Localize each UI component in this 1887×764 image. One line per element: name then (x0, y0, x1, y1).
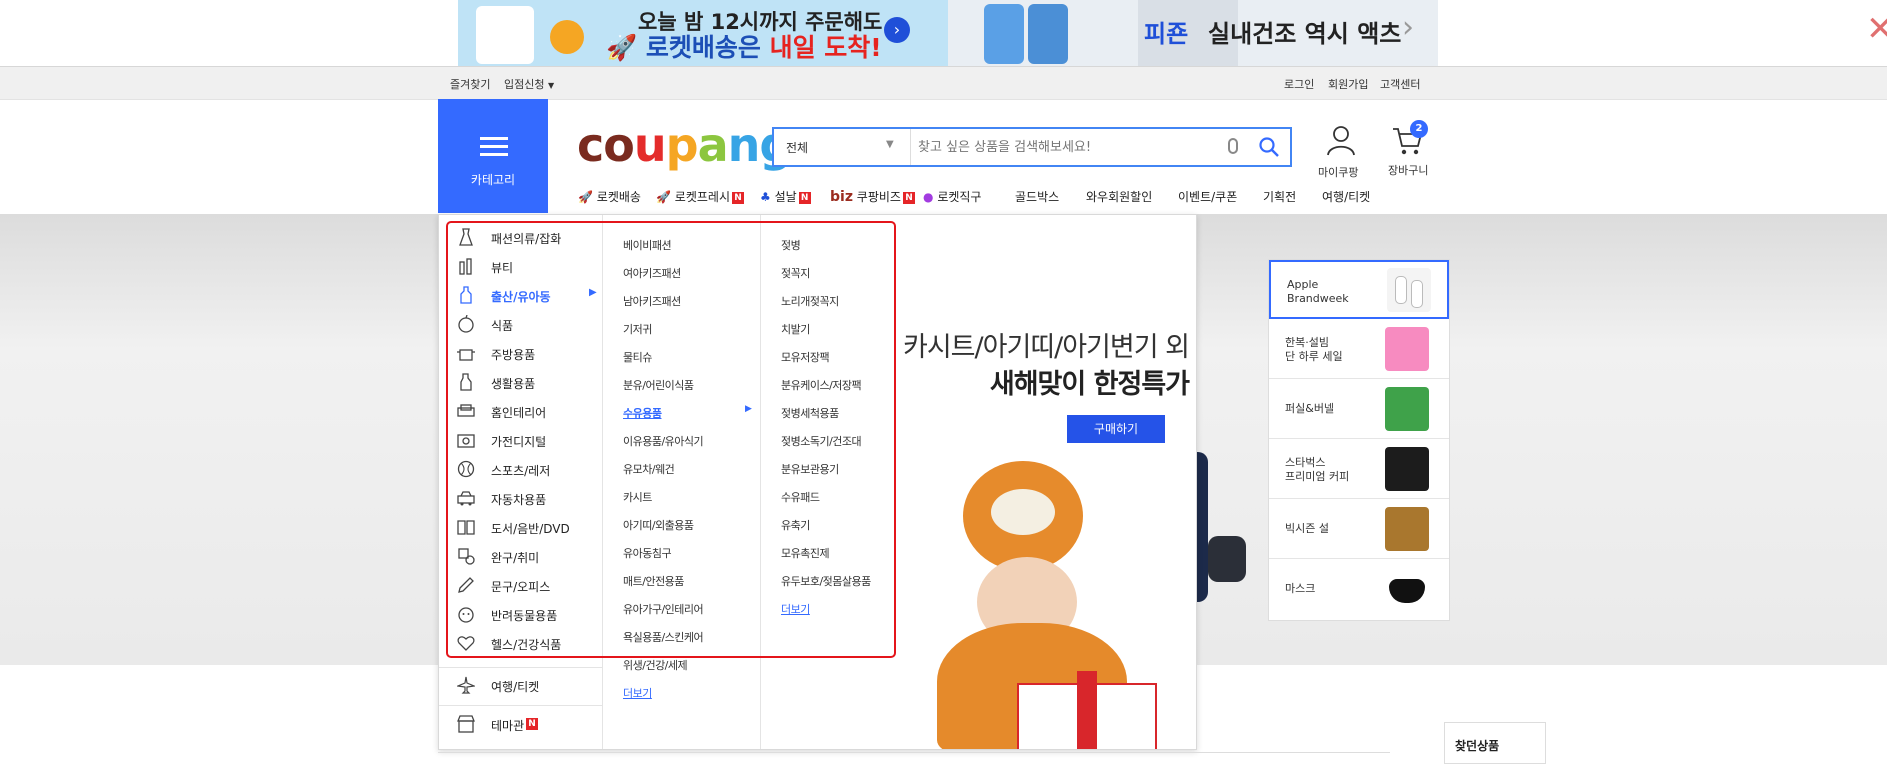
nav-wow-discount[interactable]: 와우회원할인 (1086, 188, 1152, 205)
search-icon[interactable] (1258, 136, 1280, 158)
recent-products-panel[interactable]: 찾던상품 (1444, 722, 1546, 764)
side-promo-label: 한복·설빔 단 하루 세일 (1285, 336, 1343, 363)
side-promo-label: 스타벅스 프리미엄 커피 (1285, 456, 1350, 483)
favorites-link[interactable]: 즐겨찾기 (450, 76, 490, 92)
nav-rocket-delivery[interactable]: 🚀 로켓배송 (578, 188, 641, 205)
divider (439, 667, 602, 668)
rocket-fresh-icon: 🚀 (656, 190, 671, 204)
new-badge: N (902, 191, 915, 204)
chevron-right-icon[interactable]: › (1402, 10, 1414, 45)
category-label: 카테고리 (470, 173, 516, 187)
rocket-global-icon: ● (923, 190, 934, 204)
starbucks-coffee-image (1385, 447, 1429, 491)
side-promo-label: Apple Brandweek (1287, 278, 1349, 305)
banner-line2: 🚀 로켓배송은 내일 도착! (606, 33, 882, 62)
mycoupang-label: 마이쿠팡 (1318, 166, 1359, 179)
rocket-icon: 🚀 (606, 33, 638, 62)
promo-line2: 새해맞이 한정특가 (989, 369, 1190, 400)
banner-product-image (476, 6, 534, 64)
side-promo-apple[interactable]: Apple Brandweek (1269, 260, 1449, 319)
login-link[interactable]: 로그인 (1284, 76, 1314, 92)
new-badge: N (731, 191, 744, 204)
nav-goldbox[interactable]: 골드박스 (1015, 188, 1059, 205)
hanbok-image (1385, 327, 1429, 371)
biz-logo: biz (830, 189, 853, 205)
cart-label: 장바구니 (1388, 164, 1429, 177)
user-icon (1327, 126, 1355, 156)
category-label: 테마관 (491, 719, 525, 733)
seollal-icon: ♣ (760, 190, 771, 204)
search-scope-value: 전체 (786, 141, 809, 155)
search-bar: 전체 ▼ (772, 127, 1292, 167)
banner-right-text: 실내건조 역시 액츠 (1208, 20, 1402, 48)
airpods-image (1387, 268, 1431, 312)
nav-seollal[interactable]: ♣ 설날 N (760, 188, 811, 205)
cart-count-badge: 2 (1410, 120, 1428, 138)
promo-image-baby-tiger (917, 453, 1195, 749)
store-icon (457, 715, 477, 733)
side-promo-mask[interactable]: 마스크 (1269, 560, 1449, 619)
detergent-bottle-image (1028, 4, 1068, 64)
microphone-icon[interactable] (1228, 138, 1238, 154)
promo-line1: 카시트/아기띠/아기변기 외 (902, 332, 1190, 363)
customer-center-link[interactable]: 고객센터 (1380, 76, 1420, 92)
new-badge: N (798, 191, 811, 204)
side-promo-label: 마스크 (1285, 582, 1316, 595)
top-banner: 오늘 밤 12시까지 주문해도 🚀 로켓배송은 내일 도착! › 피죤 실내건조… (0, 0, 1887, 67)
hamburger-icon (480, 137, 508, 157)
watch-image (1208, 536, 1246, 582)
nav-coupang-biz[interactable]: biz 쿠팡비즈 N (830, 188, 915, 205)
search-scope-select[interactable]: 전체 ▼ (774, 129, 911, 165)
recent-products-title: 찾던상품 (1455, 739, 1500, 753)
side-promo-persil[interactable]: 퍼실&버넬 (1269, 380, 1449, 439)
airplane-icon (455, 676, 477, 694)
sub-category-more-link[interactable]: 더보기 (623, 685, 652, 701)
rocket-icon: 🚀 (578, 190, 593, 204)
side-promo-label: 퍼실&버넬 (1285, 402, 1335, 415)
orange-icon (550, 20, 584, 54)
category-item-theme[interactable]: 테마관 N (439, 712, 602, 736)
category-label: 여행/티켓 (491, 680, 540, 694)
mask-image (1385, 567, 1429, 611)
banner-brand: 피죤 (1144, 20, 1189, 48)
new-badge: N (526, 718, 538, 730)
chevron-down-icon: ▼ (886, 139, 894, 150)
side-promo-label: 빅시즌 설 (1285, 522, 1329, 535)
close-icon[interactable]: ✕ (1866, 12, 1887, 46)
search-input[interactable] (916, 133, 1210, 161)
category-item-travel[interactable]: 여행/티켓 (439, 673, 602, 697)
nav-travel-tickets[interactable]: 여행/티켓 (1322, 188, 1370, 205)
side-promo-big-season[interactable]: 빅시즌 설 (1269, 500, 1449, 559)
nav-events-coupons[interactable]: 이벤트/쿠폰 (1178, 188, 1237, 205)
coupang-logo[interactable]: coupang (577, 118, 792, 172)
side-promo-starbucks[interactable]: 스타벅스 프리미엄 커피 (1269, 440, 1449, 499)
category-button[interactable]: 카테고리 (438, 99, 548, 213)
seller-apply-link[interactable]: 입점신청 ▼ (504, 76, 554, 92)
signup-link[interactable]: 회원가입 (1328, 76, 1368, 92)
chevron-down-icon: ▼ (547, 81, 555, 90)
divider (439, 705, 602, 706)
nav-rocket-fresh[interactable]: 🚀 로켓프레시 N (656, 188, 744, 205)
persil-image (1385, 387, 1429, 431)
banner-acts-detergent[interactable]: 피죤 실내건조 역시 액츠 › (948, 0, 1438, 66)
highlight-box (446, 221, 896, 658)
side-promo-hanbok[interactable]: 한복·설빔 단 하루 세일 (1269, 320, 1449, 379)
detergent-bottle-image (984, 4, 1024, 64)
utility-bar: 즐겨찾기 입점신청 ▼ 로그인 회원가입 고객센터 (0, 67, 1887, 100)
banner-rocket-delivery[interactable]: 오늘 밤 12시까지 주문해도 🚀 로켓배송은 내일 도착! › (458, 0, 948, 66)
divider (438, 752, 1390, 753)
nav-rocket-direct[interactable]: ● 로켓직구 (923, 188, 981, 205)
sub-category-item[interactable]: 위생/건강/세제 (623, 657, 688, 673)
banner-next-icon[interactable]: › (884, 17, 910, 43)
gift-set-image (1385, 507, 1429, 551)
nav-exhibitions[interactable]: 기획전 (1263, 188, 1296, 205)
buy-now-button[interactable]: 구매하기 (1067, 415, 1165, 443)
side-promo-list: Apple Brandweek 한복·설빔 단 하루 세일 퍼실&버넬 스타벅스… (1268, 259, 1450, 621)
